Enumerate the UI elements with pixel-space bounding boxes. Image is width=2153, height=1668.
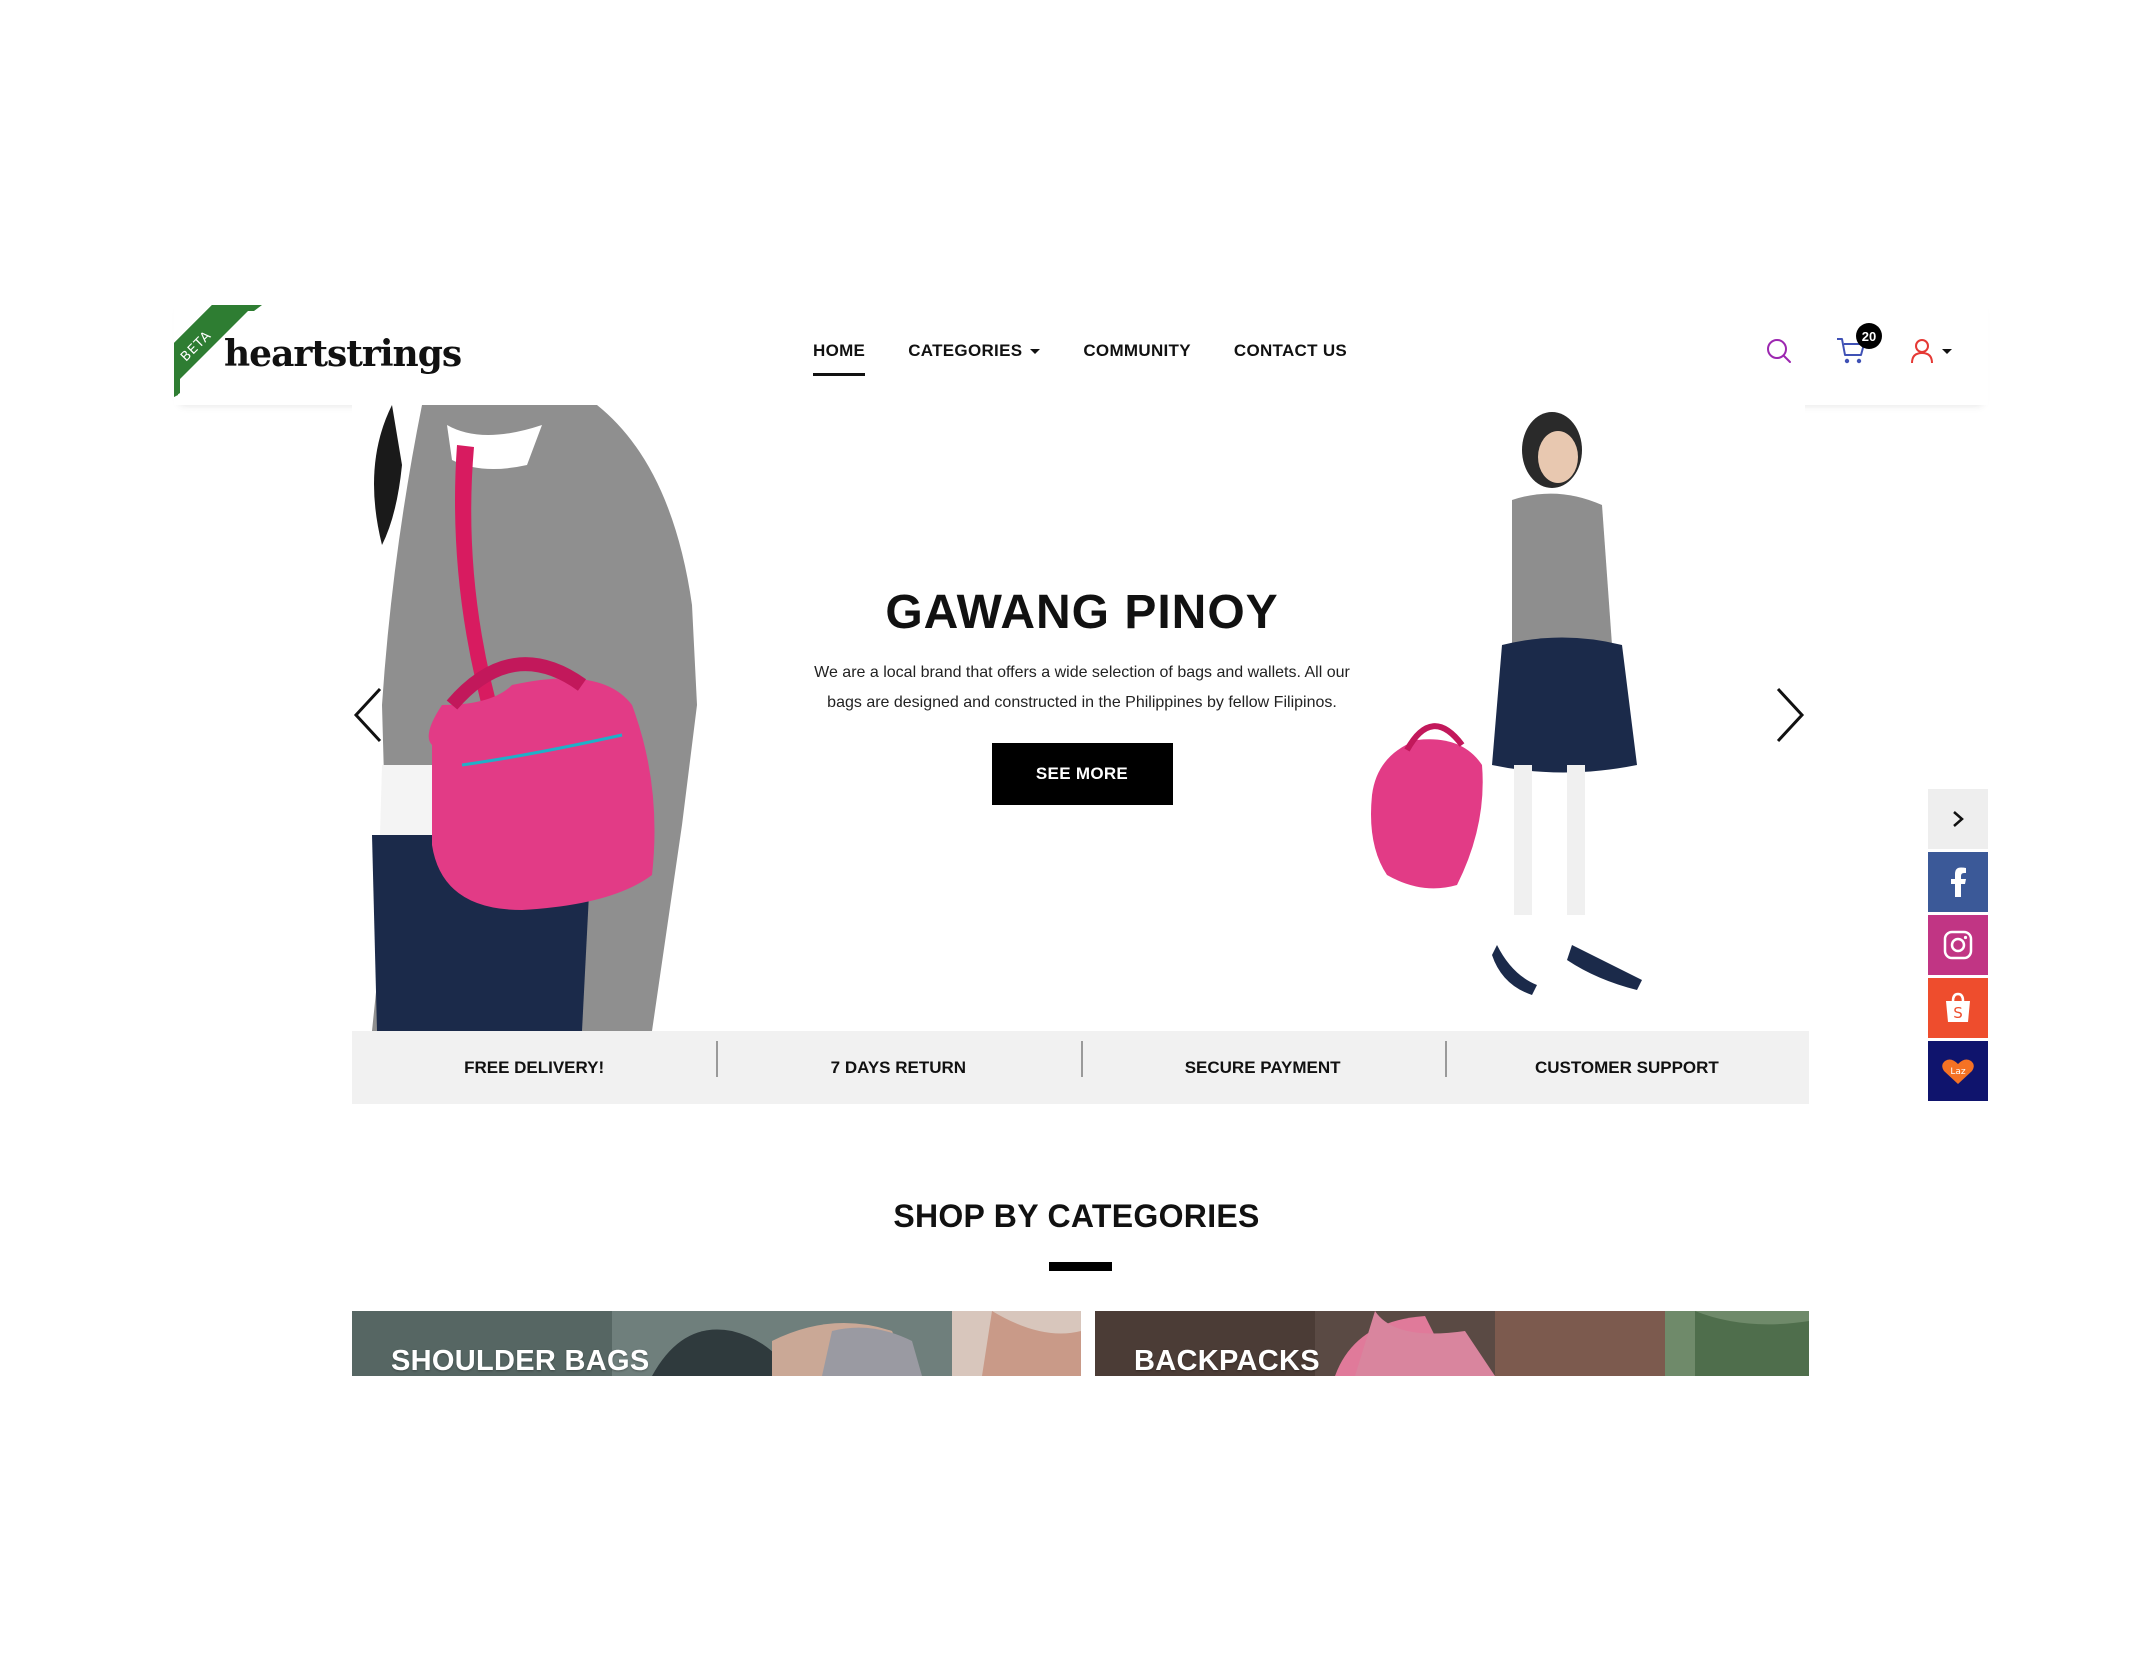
shopee-icon: S xyxy=(1946,992,1970,1022)
nav-categories[interactable]: CATEGORIES xyxy=(908,341,1041,361)
category-label: SHOULDER BAGS xyxy=(391,1345,650,1376)
header-actions: 20 xyxy=(1722,297,1952,405)
nav-community[interactable]: COMMUNITY xyxy=(1083,341,1191,361)
hero-banner: GAWANG PINOY We are a local brand that o… xyxy=(352,405,1805,1031)
rail-toggle-button[interactable] xyxy=(1928,789,1988,849)
nav-contact-label: CONTACT US xyxy=(1233,341,1348,360)
facebook-link[interactable] xyxy=(1928,852,1988,912)
hero-content: GAWANG PINOY We are a local brand that o… xyxy=(802,585,1362,805)
hero-title: GAWANG PINOY xyxy=(885,586,1279,639)
svg-text:Laz: Laz xyxy=(1950,1067,1966,1077)
nav-community-label: COMMUNITY xyxy=(1083,341,1191,360)
instagram-link[interactable] xyxy=(1928,915,1988,975)
chevron-right-icon xyxy=(1953,811,1964,827)
user-caret-down-icon xyxy=(1942,348,1952,354)
user-menu-button[interactable] xyxy=(1910,338,1952,364)
category-card-backpacks[interactable]: BACKPACKS xyxy=(1095,1311,1809,1376)
search-icon xyxy=(1767,339,1791,363)
section-divider xyxy=(1049,1262,1112,1271)
brand-logo[interactable]: BETA heartstrings xyxy=(174,305,462,397)
cart-button[interactable]: 20 xyxy=(1836,323,1882,365)
nav-contact-us[interactable]: CONTACT US xyxy=(1234,341,1347,361)
nav-home-label: HOME xyxy=(813,341,866,360)
feature-customer-support: CUSTOMER SUPPORT xyxy=(1444,1040,1809,1078)
lazada-icon: Laz xyxy=(1942,1059,1974,1084)
nav-categories-label: CATEGORIES xyxy=(908,341,1023,360)
hero-model-left-image xyxy=(372,405,697,1031)
hero-model-right-image xyxy=(1371,412,1642,995)
user-icon xyxy=(1911,339,1933,364)
shopee-link[interactable]: S xyxy=(1928,978,1988,1038)
carousel-prev-icon[interactable] xyxy=(352,685,386,745)
see-more-button[interactable]: SEE MORE xyxy=(991,743,1173,805)
brand-wordmark: heartstrings xyxy=(224,333,462,375)
lazada-link[interactable]: Laz xyxy=(1928,1041,1988,1101)
svg-text:S: S xyxy=(1953,1004,1963,1022)
nav-home[interactable]: HOME xyxy=(813,341,866,376)
caret-down-icon xyxy=(1030,348,1041,354)
section-title-categories: SHOP BY CATEGORIES xyxy=(893,1198,1260,1234)
hero-description: We are a local brand that offers a wide … xyxy=(814,664,1350,711)
social-rail: S Laz xyxy=(1928,789,1988,1104)
main-nav: HOME CATEGORIES COMMUNITY CONTACT US xyxy=(813,297,1390,405)
search-button[interactable] xyxy=(1766,338,1792,364)
category-label: BACKPACKS xyxy=(1134,1345,1320,1376)
category-card-shoulder-bags[interactable]: SHOULDER BAGS xyxy=(352,1311,1081,1376)
instagram-icon xyxy=(1943,930,1973,960)
feature-days-return: 7 DAYS RETURN xyxy=(716,1040,1080,1078)
site-header: BETA heartstrings HOME CATEGORIES COMMUN… xyxy=(174,297,1988,405)
cart-count-badge: 20 xyxy=(1856,323,1882,349)
feature-free-delivery: FREE DELIVERY! xyxy=(464,1057,605,1077)
feature-secure-payment: SECURE PAYMENT xyxy=(1080,1040,1445,1078)
carousel-next-icon[interactable] xyxy=(1772,685,1805,745)
features-bar: FREE DELIVERY! 7 DAYS RETURN SECURE PAYM… xyxy=(352,1031,1809,1104)
facebook-icon xyxy=(1951,867,1966,897)
